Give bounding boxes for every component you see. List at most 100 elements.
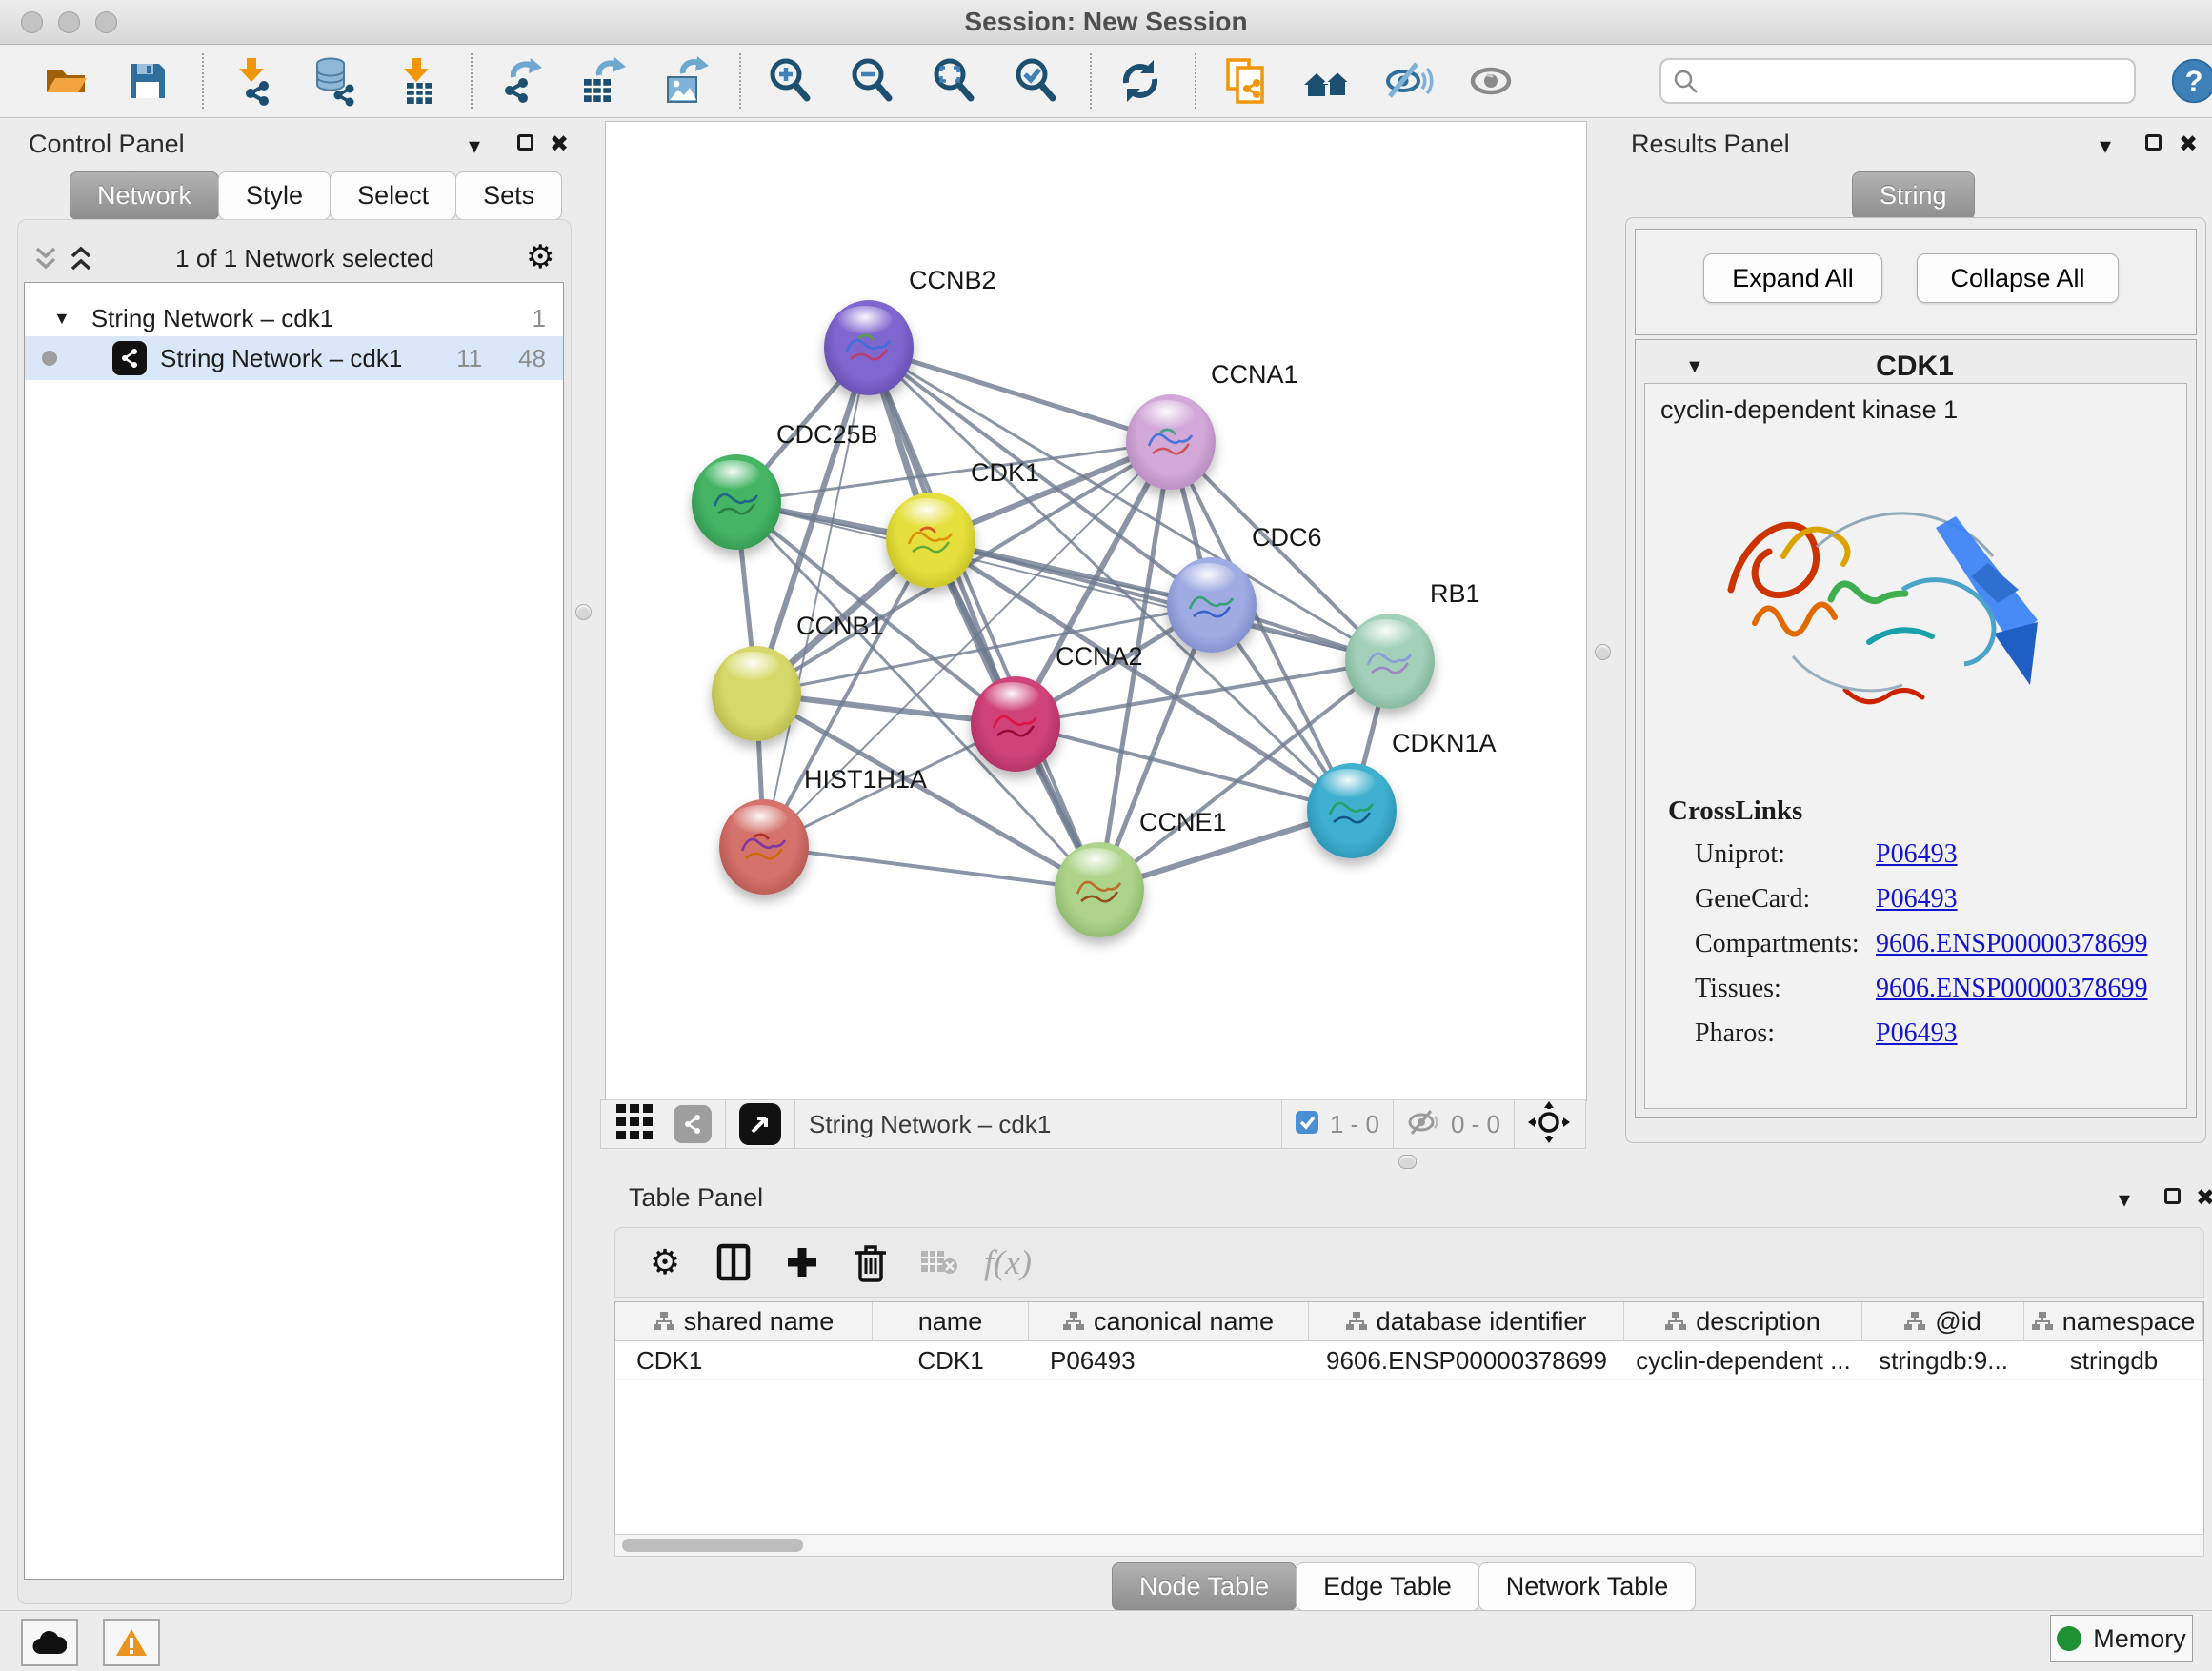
home-layout-icon[interactable] <box>1299 53 1355 109</box>
column-header--id[interactable]: @id <box>1862 1302 2024 1340</box>
results-panel-menu-icon[interactable]: ▾ <box>2100 135 2111 158</box>
export-network-icon[interactable] <box>493 53 549 109</box>
network-edge[interactable] <box>736 442 1171 502</box>
table-panel-menu-icon[interactable]: ▾ <box>2119 1189 2130 1212</box>
network-share-badge-icon[interactable] <box>674 1105 712 1143</box>
birdseye-grid-icon[interactable] <box>616 1104 656 1145</box>
open-in-new-window-icon[interactable] <box>739 1103 781 1145</box>
help-icon[interactable]: ? <box>2166 53 2212 109</box>
column-header-description[interactable]: description <box>1624 1302 1862 1340</box>
tab-sets[interactable]: Sets <box>455 171 562 220</box>
table-settings-gear-icon[interactable]: ⚙ <box>638 1241 692 1283</box>
search-input[interactable] <box>1659 58 2136 104</box>
network-node-cdc6[interactable] <box>1167 557 1257 653</box>
delete-table-icon[interactable] <box>913 1241 966 1283</box>
network-edge[interactable] <box>869 348 1099 890</box>
network-list: ▼ String Network – cdk1 1 String Network… <box>24 282 564 1580</box>
zoom-in-icon[interactable] <box>762 53 817 109</box>
export-image-icon[interactable] <box>657 53 713 109</box>
table-panel-float-icon[interactable] <box>2164 1188 2181 1204</box>
gear-icon[interactable]: ⚙ <box>526 238 554 276</box>
network-node-cdkn1a[interactable] <box>1307 763 1397 858</box>
tab-style[interactable]: Style <box>218 171 331 220</box>
network-view-canvas[interactable]: CCNB2CCNA1CDC25BCDK1CDC6RB1CCNB1CCNA2CDK… <box>605 121 1587 1101</box>
tab-network-table[interactable]: Network Table <box>1478 1562 1697 1611</box>
crosslink-value-link[interactable]: 9606.ENSP00000378699 <box>1876 974 2147 1003</box>
right-splitter-handle[interactable] <box>1595 644 1611 660</box>
save-session-icon[interactable] <box>120 53 175 109</box>
import-table-icon[interactable] <box>389 53 444 109</box>
network-collection-row[interactable]: ▼ String Network – cdk1 1 <box>25 296 563 340</box>
warning-button[interactable] <box>103 1619 160 1666</box>
selected-checkbox-icon[interactable] <box>1296 1111 1318 1138</box>
zoom-fit-icon[interactable] <box>926 53 981 109</box>
add-column-icon[interactable] <box>775 1241 829 1283</box>
table-row[interactable]: CDK1CDK1P064939606.ENSP00000378699cyclin… <box>615 1341 2203 1380</box>
tab-string[interactable]: String <box>1852 171 1975 220</box>
collapse-triangle-icon[interactable]: ▼ <box>53 309 70 329</box>
network-node-ccna1[interactable] <box>1126 394 1216 490</box>
collapse-all-button[interactable]: Collapse All <box>1917 253 2119 303</box>
column-header-name[interactable]: name <box>873 1302 1029 1340</box>
maximize-window-button[interactable] <box>95 11 117 33</box>
cloud-icon <box>32 1630 67 1655</box>
memory-button[interactable]: Memory <box>2050 1615 2193 1662</box>
table-panel-close-icon[interactable]: ✖ <box>2196 1187 2212 1210</box>
network-node-ccnb2[interactable] <box>824 300 914 395</box>
horizontal-scrollbar[interactable] <box>614 1534 2204 1557</box>
results-panel-float-icon[interactable] <box>2145 134 2162 151</box>
open-session-icon[interactable] <box>38 53 93 109</box>
copy-network-share-icon[interactable] <box>1217 53 1273 109</box>
network-edge[interactable] <box>764 847 1099 890</box>
show-columns-icon[interactable] <box>707 1241 760 1283</box>
column-header-shared-name[interactable]: shared name <box>615 1302 873 1340</box>
import-network-icon[interactable] <box>225 53 280 109</box>
column-header-namespace[interactable]: namespace <box>2024 1302 2203 1340</box>
crosslink-value-link[interactable]: P06493 <box>1876 839 1958 869</box>
export-table-icon[interactable] <box>575 53 631 109</box>
svg-text:?: ? <box>2185 65 2203 98</box>
minimize-window-button[interactable] <box>58 11 80 33</box>
fit-content-crosshair-icon[interactable] <box>1528 1101 1570 1148</box>
crosslink-label: GeneCard: <box>1695 884 1876 915</box>
tab-edge-table[interactable]: Edge Table <box>1296 1562 1479 1611</box>
expand-all-chevron-icon[interactable] <box>33 246 58 272</box>
column-header-database-identifier[interactable]: database identifier <box>1309 1302 1624 1340</box>
network-node-ccne1[interactable] <box>1055 842 1144 937</box>
column-header-canonical-name[interactable]: canonical name <box>1029 1302 1309 1340</box>
crosslink-value-link[interactable]: P06493 <box>1876 1018 1958 1048</box>
close-window-button[interactable] <box>21 11 43 33</box>
cloud-button[interactable] <box>21 1619 78 1666</box>
hide-selection-eye-icon[interactable] <box>1381 53 1437 109</box>
control-panel-menu-icon[interactable]: ▾ <box>469 135 480 158</box>
results-panel-close-icon[interactable]: ✖ <box>2179 133 2198 156</box>
network-node-ccna2[interactable] <box>971 676 1060 772</box>
network-node-hist1h1a[interactable] <box>719 799 809 895</box>
show-eye-icon[interactable] <box>1463 53 1518 109</box>
network-node-cdk1[interactable] <box>886 493 975 588</box>
expand-all-button[interactable]: Expand All <box>1703 253 1882 303</box>
network-node-cdc25b[interactable] <box>692 454 781 550</box>
network-row-selected[interactable]: String Network – cdk1 11 48 <box>25 336 563 380</box>
control-panel-float-icon[interactable] <box>517 134 533 151</box>
collapse-all-chevron-icon[interactable] <box>69 246 93 272</box>
zoom-selected-icon[interactable] <box>1008 53 1063 109</box>
network-node-rb1[interactable] <box>1345 614 1435 709</box>
network-node-ccnb1[interactable] <box>712 646 801 741</box>
function-builder-icon[interactable]: f(x) <box>981 1241 1035 1283</box>
zoom-out-icon[interactable] <box>844 53 899 109</box>
scrollbar-thumb[interactable] <box>622 1539 803 1552</box>
network-edge[interactable] <box>869 348 1171 442</box>
import-network-database-icon[interactable] <box>307 53 362 109</box>
refresh-view-icon[interactable] <box>1113 53 1168 109</box>
tab-select[interactable]: Select <box>330 171 456 220</box>
delete-column-trash-icon[interactable] <box>844 1241 897 1283</box>
left-splitter-handle[interactable] <box>575 604 592 620</box>
crosslink-value-link[interactable]: P06493 <box>1876 884 1958 914</box>
crosslink-value-link[interactable]: 9606.ENSP00000378699 <box>1876 929 2147 958</box>
hidden-eye-icon[interactable] <box>1407 1109 1441 1140</box>
tab-network[interactable]: Network <box>70 171 219 220</box>
control-panel-close-icon[interactable]: ✖ <box>550 133 569 156</box>
bottom-splitter-handle[interactable] <box>1398 1155 1417 1169</box>
tab-node-table[interactable]: Node Table <box>1112 1562 1297 1611</box>
